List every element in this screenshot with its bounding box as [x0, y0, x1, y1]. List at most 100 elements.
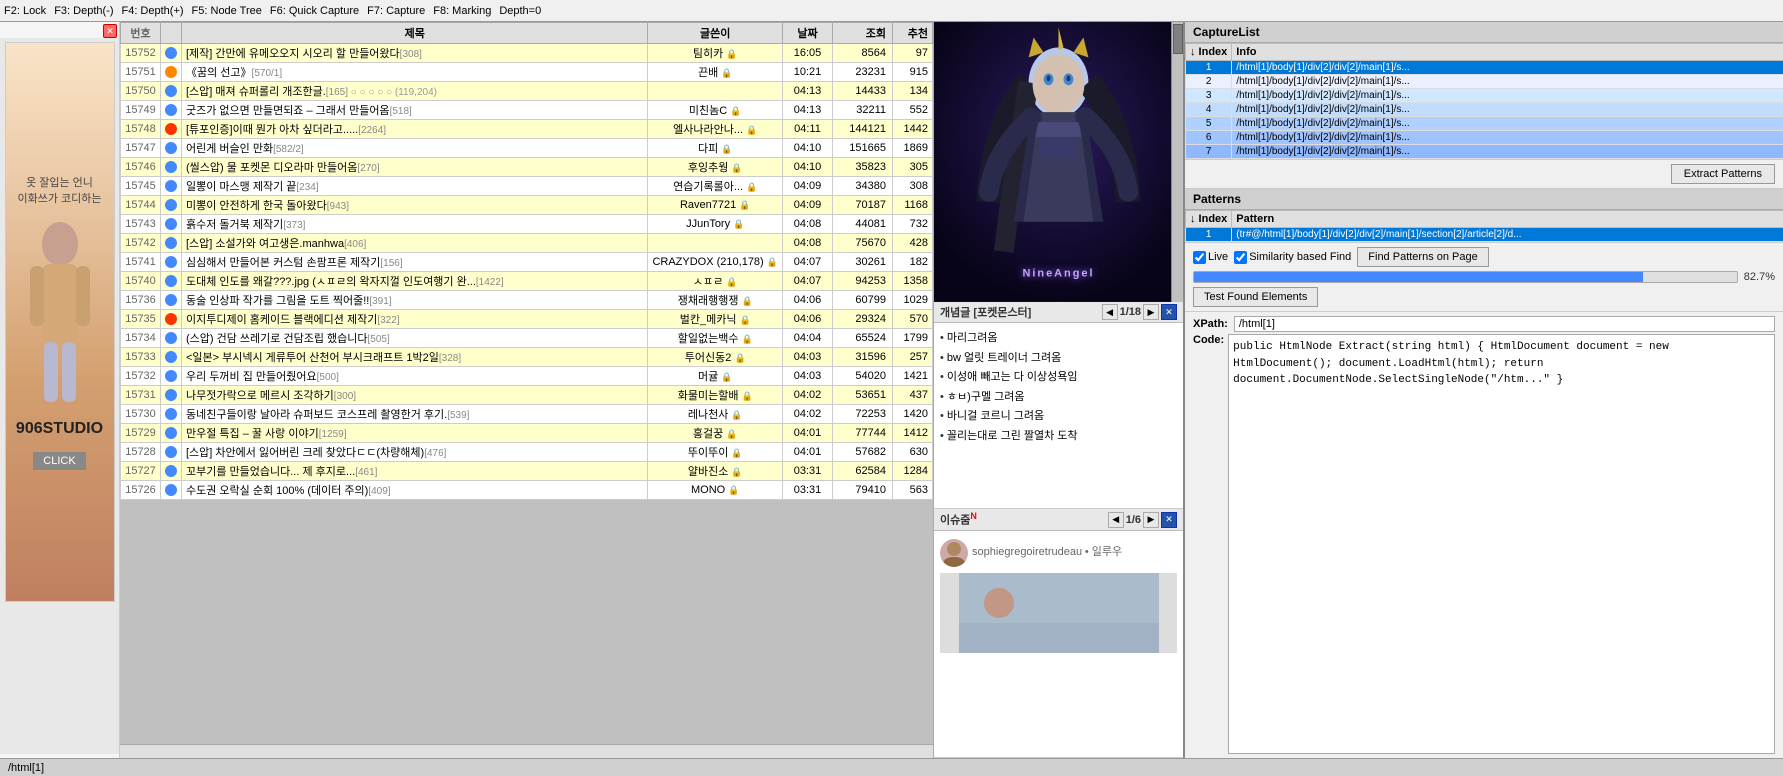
- preview-bottom-nav: ◀ 1/6 ▶ ✕: [1108, 512, 1177, 528]
- capture-row[interactable]: 5 /html[1]/body[1]/div[2]/div[2]/main[1]…: [1186, 117, 1783, 131]
- capture-row[interactable]: 4 /html[1]/body[1]/div[2]/div[2]/main[1]…: [1186, 103, 1783, 117]
- article-title[interactable]: 일뽕이 마스맹 제작기 끝 [234]: [182, 177, 648, 196]
- article-icon: [165, 142, 177, 154]
- table-row[interactable]: 15750 [스압] 매져 슈퍼롤리 개조한글. [165] ○ ○ ○ ○ ○…: [121, 82, 933, 101]
- article-title[interactable]: [스압] 매져 슈퍼롤리 개조한글. [165] ○ ○ ○ ○ ○ (119,…: [182, 82, 648, 101]
- table-row[interactable]: 15745 일뽕이 마스맹 제작기 끝 [234] 연습기록롤아... 🔒 04…: [121, 177, 933, 196]
- toolbar-f8[interactable]: F8: Marking: [433, 5, 491, 17]
- toolbar-f7[interactable]: F7: Capture: [367, 5, 425, 17]
- similarity-checkbox[interactable]: [1234, 251, 1247, 264]
- article-rec: 305: [893, 158, 933, 177]
- article-author: 할일없는백수 🔒: [648, 329, 783, 348]
- capture-row[interactable]: 2 /html[1]/body[1]/div[2]/div[2]/main[1]…: [1186, 75, 1783, 89]
- table-row[interactable]: 15740 도대체 인도를 왜갈???.jpg (ㅅㅍㄹ의 왁자지껄 인도여행기…: [121, 272, 933, 291]
- ad-click-button[interactable]: CLICK: [33, 452, 85, 470]
- article-badge: [1259]: [319, 429, 347, 440]
- article-title[interactable]: <일본> 부시넥시 게류투어 산천어 부시크래프트 1박2일 [328]: [182, 348, 648, 367]
- article-title[interactable]: 미뽕이 안전하게 한국 돌아왔다 [943]: [182, 196, 648, 215]
- preview-close-button[interactable]: ✕: [1161, 304, 1177, 320]
- article-title[interactable]: 꼬부기를 만들었습니다... 제 후지로... [461]: [182, 462, 648, 481]
- user-avatar: [940, 539, 968, 567]
- table-row[interactable]: 15736 동술 인상파 작가를 그림을 도트 찍어줄!! [391] 쟁채래행…: [121, 291, 933, 310]
- lock-icon: 🔒: [726, 429, 737, 439]
- extract-patterns-button[interactable]: Extract Patterns: [1671, 164, 1775, 184]
- article-title[interactable]: 만우절 특집 – 꿀 사랑 이야기 [1259]: [182, 424, 648, 443]
- article-title[interactable]: 동술 인상파 작가를 그림을 도트 찍어줄!! [391]: [182, 291, 648, 310]
- article-badge: [943]: [327, 201, 349, 212]
- toolbar-f4[interactable]: F4: Depth(+): [121, 5, 183, 17]
- article-title[interactable]: 도대체 인도를 왜갈???.jpg (ㅅㅍㄹ의 왁자지껄 인도여행기 완... …: [182, 272, 648, 291]
- article-icon-cell: [161, 158, 182, 177]
- table-row[interactable]: 15752 [제작] 간만에 유메오오지 시오리 할 만들어왔다 [308] 팀…: [121, 44, 933, 63]
- image-scrollbar[interactable]: [1171, 22, 1183, 302]
- find-patterns-button[interactable]: Find Patterns on Page: [1357, 247, 1488, 267]
- capture-row[interactable]: 7 /html[1]/body[1]/div[2]/div[2]/main[1]…: [1186, 145, 1783, 159]
- article-badge: [322]: [377, 315, 399, 326]
- article-title[interactable]: [제작] 간만에 유메오오지 시오리 할 만들어왔다 [308]: [182, 44, 648, 63]
- article-title[interactable]: [튜포인증]이때 뭔가 아차 싶더라고..... [2264]: [182, 120, 648, 139]
- live-checkbox-label[interactable]: Live: [1193, 251, 1228, 264]
- preview-bottom-next[interactable]: ▶: [1143, 512, 1159, 528]
- cap-path: /html[1]/body[1]/div[2]/div[2]/main[1]/s…: [1232, 145, 1783, 159]
- preview-prev-button[interactable]: ◀: [1102, 304, 1118, 320]
- table-row[interactable]: 15726 수도권 오락실 순회 100% (데이터 주의) [409] MON…: [121, 481, 933, 500]
- test-found-button[interactable]: Test Found Elements: [1193, 287, 1318, 307]
- table-row[interactable]: 15743 흙수저 돌거북 제작기 [373] JJunTory 🔒 04:08…: [121, 215, 933, 234]
- toolbar-f2[interactable]: F2: Lock: [4, 5, 46, 17]
- table-row[interactable]: 15742 [스압] 소설가와 여고생은.manhwa [406] 04:08 …: [121, 234, 933, 253]
- article-title[interactable]: 수도권 오락실 순회 100% (데이터 주의) [409]: [182, 481, 648, 500]
- article-title[interactable]: 《꿈의 선고》 [570/1]: [182, 63, 648, 82]
- table-row[interactable]: 15751 《꿈의 선고》 [570/1] 끈배 🔒 10:21 23231 9…: [121, 63, 933, 82]
- cap-path: /html[1]/body[1]/div[2]/div[2]/main[1]/s…: [1232, 131, 1783, 145]
- col-header-icon: [161, 23, 182, 44]
- article-title[interactable]: 어린게 버슬인 만화 [582/2]: [182, 139, 648, 158]
- toolbar-f5[interactable]: F5: Node Tree: [192, 5, 262, 17]
- table-row[interactable]: 15748 [튜포인증]이때 뭔가 아차 싶더라고..... [2264] 엘사…: [121, 120, 933, 139]
- table-row[interactable]: 15735 이지투디제이 홈케이드 블랙에디션 제작기 [322] 벌칸_메카닉…: [121, 310, 933, 329]
- toolbar-f6[interactable]: F6: Quick Capture: [270, 5, 359, 17]
- lock-icon: 🔒: [767, 257, 778, 267]
- preview-next-button[interactable]: ▶: [1143, 304, 1159, 320]
- table-row[interactable]: 15729 만우절 특집 – 꿀 사랑 이야기 [1259] 홍걸꿍 🔒 04:…: [121, 424, 933, 443]
- article-title[interactable]: 굿즈가 없으면 만들면되죠 – 그래서 만들어옴 [518]: [182, 101, 648, 120]
- table-row[interactable]: 15731 나무젓가락으로 메르시 조각하기 [300] 화물미는할배 🔒 04…: [121, 386, 933, 405]
- table-row[interactable]: 15730 동네친구들이랑 날아라 슈퍼보드 코스프레 촬영한거 후기. [53…: [121, 405, 933, 424]
- pat-header-pattern: Pattern: [1232, 211, 1783, 228]
- capture-table: ↓ Index Info DateTime 1 /html[1]/body[1]…: [1185, 43, 1783, 159]
- article-title[interactable]: 동네친구들이랑 날아라 슈퍼보드 코스프레 촬영한거 후기. [539]: [182, 405, 648, 424]
- table-row[interactable]: 15741 심심해서 만들어본 커스텀 손팜프론 제작기 [156] CRAZY…: [121, 253, 933, 272]
- article-title[interactable]: 심심해서 만들어본 커스텀 손팜프론 제작기 [156]: [182, 253, 648, 272]
- table-row[interactable]: 15733 <일본> 부시넥시 게류투어 산천어 부시크래프트 1박2일 [32…: [121, 348, 933, 367]
- similarity-checkbox-label[interactable]: Similarity based Find: [1234, 251, 1351, 264]
- table-row[interactable]: 15728 [스압] 차안에서 잃어버린 크레 찾았다ㄷㄷ(차량해체) [476…: [121, 443, 933, 462]
- preview-bottom-close[interactable]: ✕: [1161, 512, 1177, 528]
- article-title[interactable]: 나무젓가락으로 메르시 조각하기 [300]: [182, 386, 648, 405]
- toolbar-f3[interactable]: F3: Depth(-): [54, 5, 113, 17]
- horizontal-scrollbar[interactable]: [120, 744, 933, 758]
- table-row[interactable]: 15734 (스압) 건담 쓰레기로 건담조립 했습니다 [505] 할일없는백…: [121, 329, 933, 348]
- article-title[interactable]: [스압] 소설가와 여고생은.manhwa [406]: [182, 234, 648, 253]
- ad-close-button[interactable]: ✕: [103, 24, 117, 38]
- image-scrollbar-thumb[interactable]: [1173, 24, 1183, 54]
- live-checkbox[interactable]: [1193, 251, 1206, 264]
- capture-row[interactable]: 3 /html[1]/body[1]/div[2]/div[2]/main[1]…: [1186, 89, 1783, 103]
- capture-row[interactable]: 6 /html[1]/body[1]/div[2]/div[2]/main[1]…: [1186, 131, 1783, 145]
- article-rec: 1442: [893, 120, 933, 139]
- article-icon-cell: [161, 291, 182, 310]
- table-row[interactable]: 15746 (씰스압) 물 포켓몬 디오라마 만들어옴 [270] 후잉추웡 🔒…: [121, 158, 933, 177]
- article-title[interactable]: (씰스압) 물 포켓몬 디오라마 만들어옴 [270]: [182, 158, 648, 177]
- table-row[interactable]: 15749 굿즈가 없으면 만들면되죠 – 그래서 만들어옴 [518] 미친놈…: [121, 101, 933, 120]
- pattern-row[interactable]: 1 (tr#@/html[1]/body[1]/div[2]/div[2]/ma…: [1186, 228, 1783, 242]
- article-title[interactable]: [스압] 차안에서 잃어버린 크레 찾았다ㄷㄷ(차량해체) [476]: [182, 443, 648, 462]
- capture-row[interactable]: 1 /html[1]/body[1]/div[2]/div[2]/main[1]…: [1186, 61, 1783, 75]
- article-title[interactable]: (스압) 건담 쓰레기로 건담조립 했습니다 [505]: [182, 329, 648, 348]
- article-title[interactable]: 흙수저 돌거북 제작기 [373]: [182, 215, 648, 234]
- article-title[interactable]: 이지투디제이 홈케이드 블랙에디션 제작기 [322]: [182, 310, 648, 329]
- preview-bottom-prev[interactable]: ◀: [1108, 512, 1124, 528]
- table-row[interactable]: 15744 미뽕이 안전하게 한국 돌아왔다 [943] Raven7721 🔒…: [121, 196, 933, 215]
- table-row[interactable]: 15727 꼬부기를 만들었습니다... 제 후지로... [461] 얄바진소…: [121, 462, 933, 481]
- table-row[interactable]: 15747 어린게 버슬인 만화 [582/2] 다피 🔒 04:10 1516…: [121, 139, 933, 158]
- preview-top-content: 마리그려옴bw 얼릿 트레이너 그려옴이성애 빼고는 다 이상성욕임ㅎㅂ)구멜 …: [934, 323, 1183, 508]
- table-row[interactable]: 15732 우리 두꺼비 집 만들어줬어요 [500] 머귤 🔒 04:03 5…: [121, 367, 933, 386]
- article-title[interactable]: 우리 두꺼비 집 만들어줬어요 [500]: [182, 367, 648, 386]
